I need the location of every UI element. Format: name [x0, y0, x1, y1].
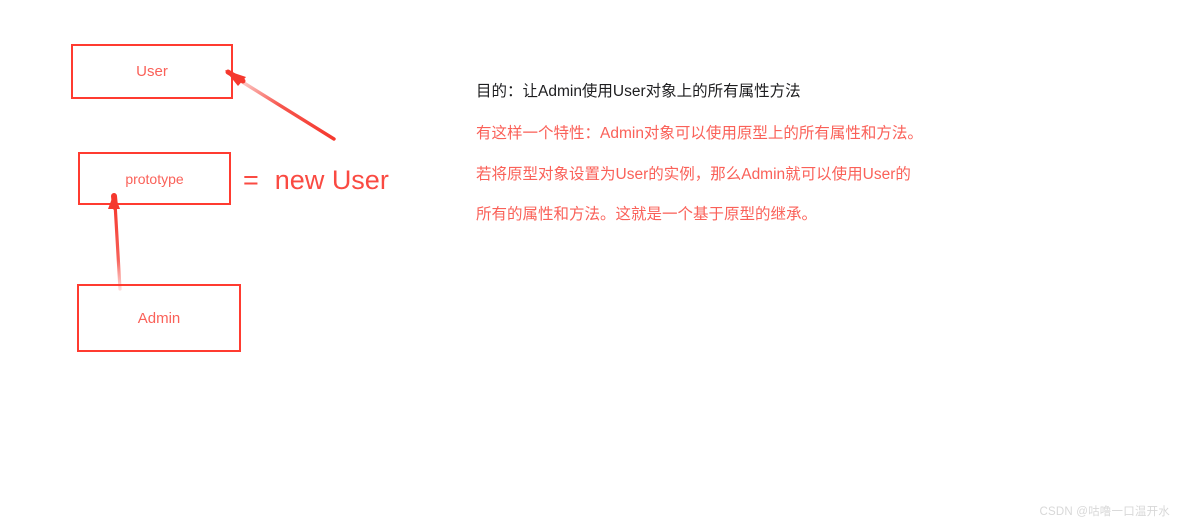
- equals-sign: =: [243, 165, 259, 195]
- csdn-watermark: CSDN @咕噜一口温开水: [1039, 506, 1170, 518]
- notes-block: 目的：让Admin使用User对象上的所有属性方法 有这样一个特性：Admin对…: [476, 84, 946, 246]
- equation-expression: new User: [274, 165, 389, 195]
- box-prototype-label: prototype: [125, 170, 184, 187]
- box-prototype: prototype: [78, 152, 231, 205]
- box-admin: Admin: [77, 284, 241, 352]
- arrow-to-prototype-box: [108, 193, 122, 291]
- note-line-purpose: 目的：让Admin使用User对象上的所有属性方法: [476, 83, 801, 100]
- box-user: User: [71, 44, 233, 99]
- equation-new-user: = new User: [243, 163, 389, 198]
- note-line-feature: 有这样一个特性：Admin对象可以使用原型上的所有属性和方法。: [476, 124, 923, 142]
- note-line-inheritance: 所有的属性和方法。这就是一个基于原型的继承。: [476, 205, 818, 223]
- diagram-canvas: User prototype Admin = new User 目的：让Admi…: [0, 0, 1184, 527]
- note-line-instance: 若将原型对象设置为User的实例，那么Admin就可以使用User的: [476, 166, 911, 183]
- box-admin-label: Admin: [137, 309, 181, 327]
- box-user-label: User: [136, 63, 168, 80]
- arrow-to-user-box: [225, 69, 336, 141]
